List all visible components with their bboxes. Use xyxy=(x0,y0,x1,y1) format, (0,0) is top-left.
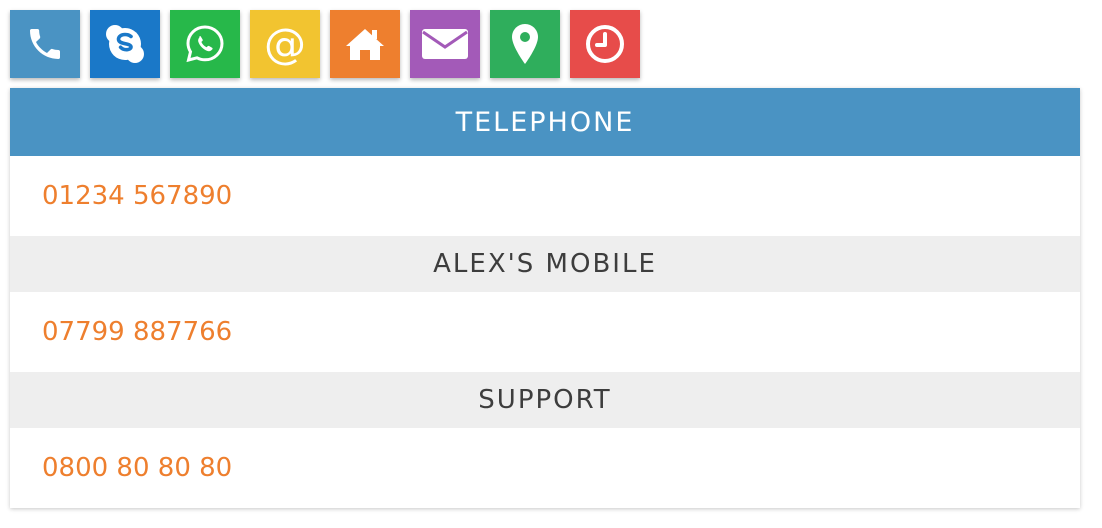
location-tile[interactable] xyxy=(490,10,560,78)
skype-tile[interactable] xyxy=(90,10,160,78)
panel-title: TELEPHONE xyxy=(10,88,1080,156)
envelope-icon xyxy=(420,25,470,63)
number-row-support: 0800 80 80 80 xyxy=(10,428,1080,508)
at-icon: @ xyxy=(264,19,306,68)
section-header-support: SUPPORT xyxy=(10,372,1080,428)
whatsapp-tile[interactable] xyxy=(170,10,240,78)
hours-tile[interactable] xyxy=(570,10,640,78)
skype-icon xyxy=(103,22,147,66)
number-row-mobile: 07799 887766 xyxy=(10,292,1080,372)
home-tile[interactable] xyxy=(330,10,400,78)
number-row-main: 01234 567890 xyxy=(10,156,1080,236)
telephone-panel: TELEPHONE 01234 567890 ALEX'S MOBILE 077… xyxy=(10,88,1080,508)
home-icon xyxy=(343,24,387,64)
envelope-tile[interactable] xyxy=(410,10,480,78)
phone-tile[interactable] xyxy=(10,10,80,78)
phone-number-link[interactable]: 07799 887766 xyxy=(42,317,232,347)
map-pin-icon xyxy=(509,22,541,66)
contact-icon-bar: @ xyxy=(10,10,640,78)
section-header-mobile: ALEX'S MOBILE xyxy=(10,236,1080,292)
phone-icon xyxy=(25,24,65,64)
email-at-tile[interactable]: @ xyxy=(250,10,320,78)
clock-icon xyxy=(584,23,626,65)
phone-number-link[interactable]: 01234 567890 xyxy=(42,181,232,211)
whatsapp-icon xyxy=(183,22,227,66)
phone-number-link[interactable]: 0800 80 80 80 xyxy=(42,453,232,483)
